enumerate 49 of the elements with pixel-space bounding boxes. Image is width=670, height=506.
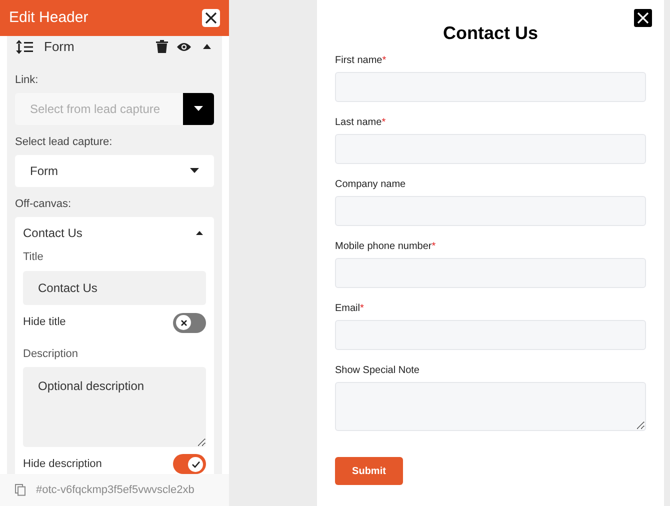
field-label: Title <box>23 250 44 265</box>
submit-button[interactable]: Submit <box>335 457 403 485</box>
required-mark: * <box>382 54 386 68</box>
title-field[interactable]: Contact Us <box>23 270 206 304</box>
field-label: Company name <box>335 178 406 192</box>
caret-icon[interactable] <box>203 44 211 50</box>
close-icon <box>637 12 649 24</box>
field-label: Last name <box>335 116 382 130</box>
text-field[interactable] <box>335 258 646 288</box>
field-label: Email <box>335 302 360 316</box>
field-label: Select lead capture: <box>15 134 114 150</box>
field-label: Show Special Note <box>335 364 420 378</box>
field-label: Link: <box>15 72 40 88</box>
toggle-label: Hide title <box>23 315 66 330</box>
description-field[interactable]: Optional description <box>23 367 206 447</box>
eye-icon[interactable] <box>177 42 191 52</box>
text-field[interactable] <box>335 134 646 164</box>
caret-icon <box>194 106 203 112</box>
field-label: Off-canvas: <box>15 196 72 212</box>
caret-icon[interactable] <box>196 231 203 235</box>
field-label: First name <box>335 54 382 68</box>
line-height-icon <box>16 40 34 54</box>
close-button[interactable] <box>202 9 220 27</box>
required-mark: * <box>360 302 364 316</box>
required-mark: * <box>382 116 386 130</box>
field-label: Description <box>23 346 80 362</box>
text-field[interactable] <box>335 196 646 226</box>
check-icon <box>192 460 200 468</box>
block-label: Form <box>44 38 74 56</box>
toggle-switch[interactable] <box>173 312 206 332</box>
cross-icon <box>180 320 186 326</box>
close-icon <box>205 12 217 24</box>
required-mark: * <box>432 240 436 254</box>
caret-icon <box>190 168 199 174</box>
toggle-switch[interactable] <box>173 454 206 474</box>
field-label: Mobile phone number <box>335 240 432 254</box>
form-title: Contact Us <box>442 22 539 44</box>
element-id: #otc-v6fqckmp3f5ef5vwvscle2xb <box>36 482 194 498</box>
card-title: Contact Us <box>23 225 82 242</box>
text-field[interactable] <box>335 320 646 350</box>
dropdown-button[interactable] <box>183 93 214 125</box>
close-button[interactable] <box>634 9 652 27</box>
toggle-label: Hide description <box>23 456 102 472</box>
text-field[interactable] <box>335 72 646 102</box>
link-select-field[interactable]: Select from lead capture <box>15 93 183 125</box>
trash-icon[interactable] <box>156 40 168 54</box>
panel-title: Edit Header <box>9 8 88 28</box>
lead-capture-select[interactable]: Form <box>15 155 214 186</box>
copy-icon[interactable] <box>15 484 26 496</box>
